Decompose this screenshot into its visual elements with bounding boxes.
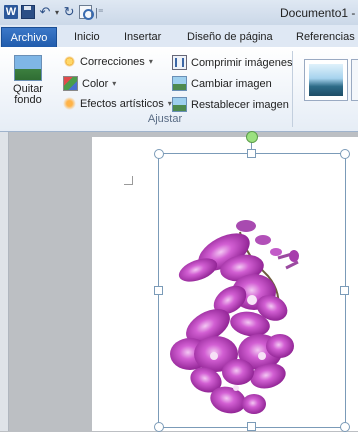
group-divider — [292, 51, 293, 127]
compress-pictures-button[interactable]: Comprimir imágenes — [172, 55, 292, 70]
resize-handle-top-left[interactable] — [154, 149, 164, 159]
margin-corner-mark — [124, 176, 133, 185]
change-picture-label: Cambiar imagen — [191, 77, 272, 90]
color-button[interactable]: Color ▾ — [63, 76, 116, 91]
tab-insertar[interactable]: Insertar — [124, 28, 161, 47]
corrections-label: Correcciones — [80, 55, 145, 68]
document-title: Documento1 - — [280, 6, 356, 20]
corrections-icon — [63, 55, 76, 68]
resize-handle-left[interactable] — [154, 286, 163, 295]
compress-icon — [172, 55, 187, 70]
save-icon[interactable] — [21, 5, 35, 19]
chevron-down-icon: ▾ — [148, 57, 153, 66]
artistic-effects-icon — [63, 97, 76, 110]
remove-background-icon — [14, 55, 42, 81]
resize-handle-right[interactable] — [340, 286, 349, 295]
word-logo-icon[interactable]: W — [4, 5, 18, 19]
tab-diseno-de-pagina[interactable]: Diseño de página — [187, 28, 273, 47]
tab-referencias[interactable]: Referencias — [296, 28, 355, 47]
undo-icon[interactable]: ↶ — [38, 5, 52, 19]
quick-access-toolbar: W ↶ ▾ ↻ |⁼ — [4, 5, 104, 20]
redo-icon[interactable]: ↻ — [62, 5, 76, 19]
print-preview-icon[interactable] — [79, 5, 95, 20]
color-label: Color — [82, 77, 109, 90]
tab-archivo[interactable]: Archivo — [1, 27, 57, 48]
reset-picture-icon — [172, 97, 187, 112]
picture-style-thumbnail[interactable] — [304, 59, 348, 101]
ribbon-tabs: Archivo Inicio Insertar Diseño de página… — [0, 25, 358, 48]
title-bar: W ↶ ▾ ↻ |⁼ Documento1 - — [0, 0, 358, 26]
picture-style-preview — [309, 64, 343, 96]
ribbon-panel: Quitar fondo Correcciones ▾ Color ▾ Efec… — [0, 47, 358, 132]
adjust-group-label: Ajustar — [147, 113, 183, 125]
tab-inicio[interactable]: Inicio — [74, 28, 100, 47]
picture-style-thumbnail-next[interactable] — [351, 59, 358, 101]
artistic-effects-button[interactable]: Efectos artísticos ▾ — [63, 97, 172, 110]
image-selection-frame[interactable] — [158, 153, 346, 428]
reset-picture-button[interactable]: Restablecer imagen — [172, 97, 289, 112]
compress-label: Comprimir imágenes — [191, 56, 293, 69]
undo-dropdown-icon[interactable]: ▾ — [55, 8, 59, 17]
reset-picture-label: Restablecer imagen — [191, 98, 289, 111]
remove-background-button[interactable]: Quitar fondo — [8, 55, 48, 106]
artistic-effects-label: Efectos artísticos — [80, 97, 164, 110]
corrections-button[interactable]: Correcciones ▾ — [63, 55, 153, 68]
resize-handle-top-right[interactable] — [340, 149, 350, 159]
resize-handle-top[interactable] — [247, 149, 256, 158]
change-picture-icon — [172, 76, 187, 91]
resize-handle-bottom[interactable] — [247, 422, 256, 431]
customize-toolbar-icon[interactable]: |⁼ — [95, 6, 104, 19]
color-icon — [63, 76, 78, 91]
rotate-handle[interactable] — [246, 131, 258, 143]
remove-background-label-2: fondo — [14, 94, 42, 106]
chevron-down-icon: ▾ — [112, 79, 117, 88]
vertical-ruler[interactable] — [0, 132, 9, 431]
change-picture-button[interactable]: Cambiar imagen — [172, 76, 272, 91]
